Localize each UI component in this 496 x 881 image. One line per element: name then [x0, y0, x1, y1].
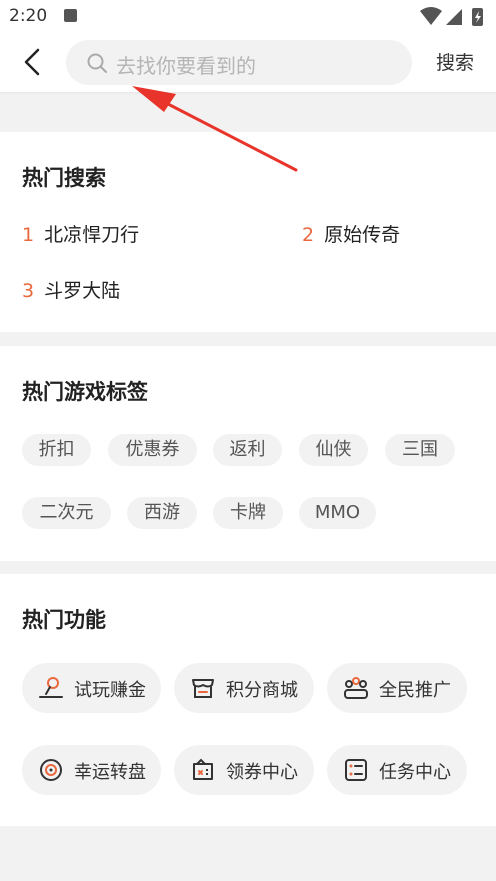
- status-bar: 2:20: [0, 0, 496, 34]
- function-lucky-wheel[interactable]: 幸运转盘: [22, 745, 161, 795]
- hot-search-item[interactable]: 1 北凉悍刀行: [22, 220, 139, 247]
- function-promotion[interactable]: 全民推广: [327, 663, 467, 713]
- game-tag[interactable]: 仙侠: [299, 434, 368, 466]
- game-tag[interactable]: MMO: [299, 497, 376, 529]
- search-input[interactable]: 去找你要看到的: [66, 40, 412, 85]
- trial-earn-icon: [39, 677, 63, 698]
- hot-search-section: 热门搜索 1 北凉悍刀行 2 原始传奇 3 斗罗大陆: [0, 132, 496, 332]
- search-icon: [87, 53, 107, 73]
- coupon-center-icon: [193, 758, 213, 780]
- function-task-center[interactable]: 任务中心: [327, 745, 467, 795]
- back-icon[interactable]: [18, 46, 50, 78]
- promotion-icon: [344, 677, 368, 699]
- function-label: 积分商城: [226, 680, 298, 701]
- hot-search-item[interactable]: 3 斗罗大陆: [22, 276, 120, 303]
- hot-search-label: 原始传奇: [324, 224, 401, 246]
- search-header: 去找你要看到的 搜索: [0, 34, 496, 92]
- hot-search-label: 斗罗大陆: [44, 280, 121, 302]
- search-placeholder: 去找你要看到的: [116, 54, 256, 78]
- lucky-wheel-icon: [40, 759, 62, 781]
- function-label: 幸运转盘: [74, 762, 146, 783]
- function-label: 任务中心: [379, 762, 451, 783]
- function-label: 领券中心: [226, 762, 298, 783]
- system-status-icons: [420, 7, 483, 26]
- function-trial-earn[interactable]: 试玩赚金: [22, 663, 161, 713]
- hot-search-title: 热门搜索: [22, 166, 106, 190]
- game-tags-section: 热门游戏标签 折扣 优惠券 返利 仙侠 三国 二次元 西游 卡牌 MMO: [0, 346, 496, 561]
- rank-number: 3: [22, 280, 35, 302]
- game-tag[interactable]: 二次元: [22, 497, 111, 529]
- game-tag[interactable]: 优惠券: [108, 434, 197, 466]
- search-button[interactable]: 搜索: [436, 48, 474, 75]
- hot-functions-section: 热门功能 试玩赚金 积分商城 全民推广 幸运转盘 领券中心 任务中心: [0, 574, 496, 826]
- function-label: 试玩赚金: [74, 680, 146, 701]
- game-tag[interactable]: 西游: [127, 497, 197, 529]
- game-tag[interactable]: 返利: [213, 434, 282, 466]
- hot-search-item[interactable]: 2 原始传奇: [302, 220, 400, 247]
- status-time: 2:20: [9, 6, 48, 26]
- function-coupon-center[interactable]: 领券中心: [174, 745, 314, 795]
- game-tag[interactable]: 卡牌: [213, 497, 283, 529]
- rank-number: 1: [22, 224, 35, 246]
- function-points-store[interactable]: 积分商城: [174, 663, 314, 713]
- game-tag[interactable]: 三国: [385, 434, 455, 466]
- hot-search-label: 北凉悍刀行: [44, 224, 140, 246]
- function-label: 全民推广: [379, 680, 451, 701]
- game-tag[interactable]: 折扣: [22, 434, 91, 466]
- rank-number: 2: [302, 224, 315, 246]
- task-center-icon: [345, 759, 367, 781]
- notification-icon: [64, 9, 77, 22]
- points-store-icon: [192, 679, 214, 698]
- game-tags-title: 热门游戏标签: [22, 380, 148, 404]
- hot-functions-title: 热门功能: [22, 608, 106, 632]
